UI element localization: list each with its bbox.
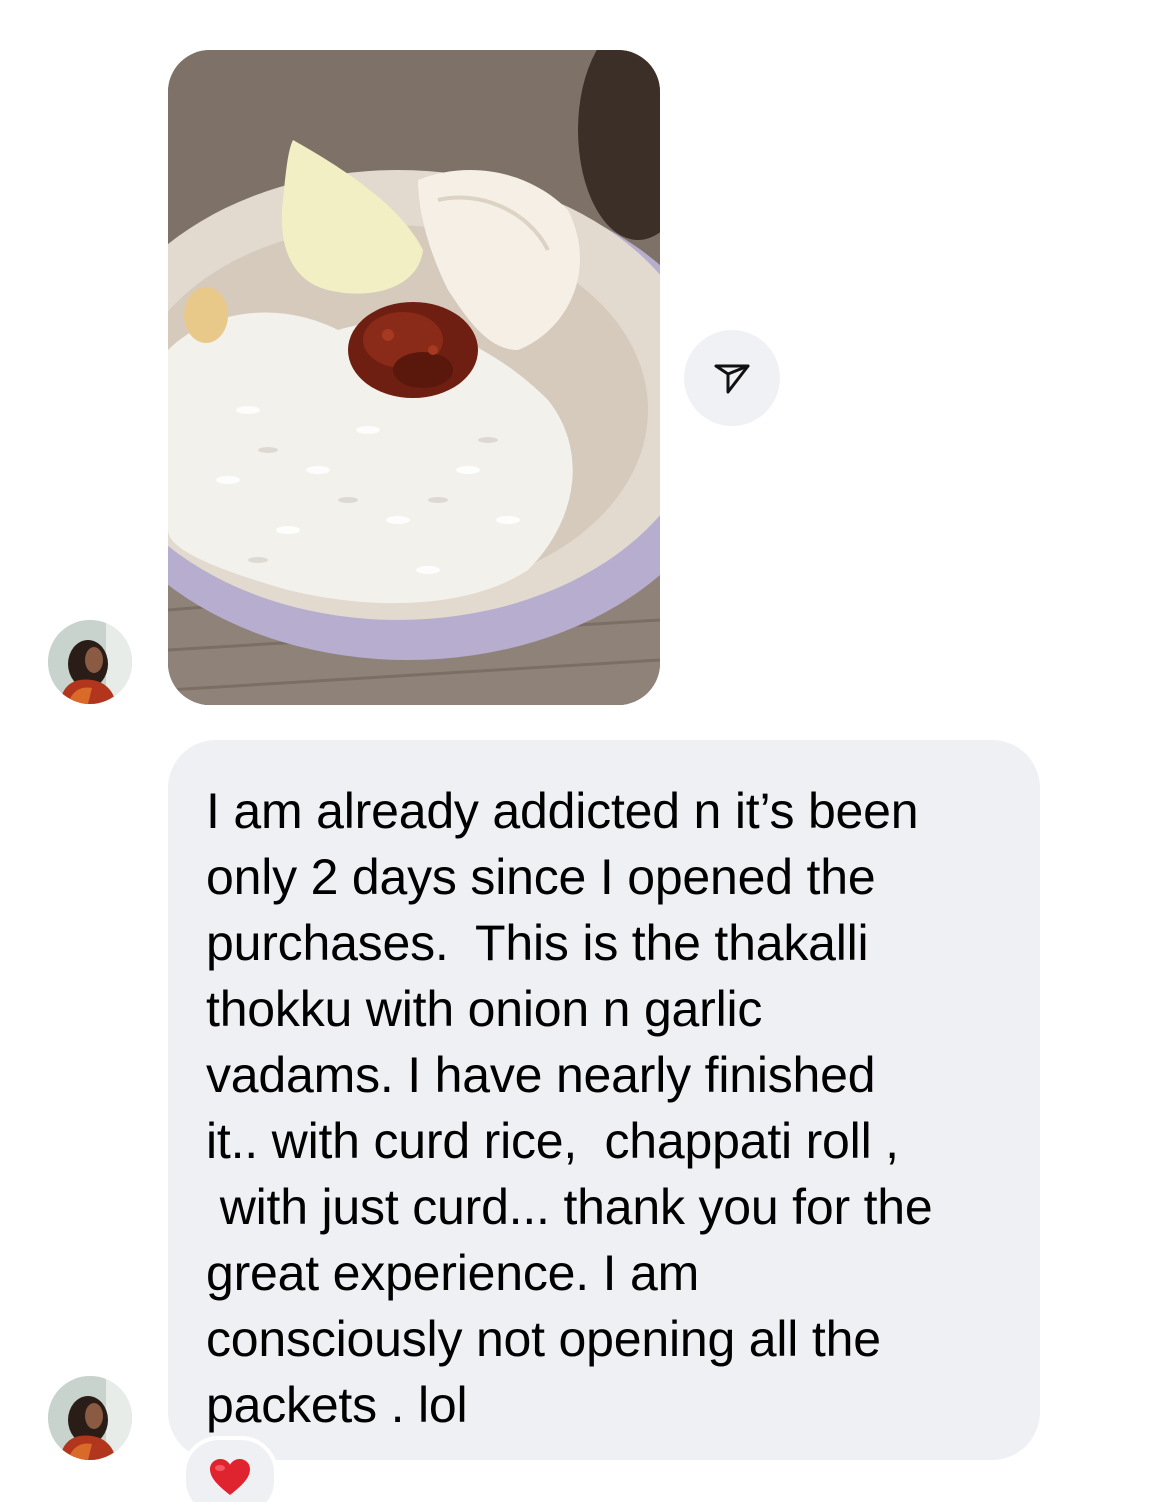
message-thread: I am already addicted n it’s been only 2… bbox=[0, 0, 1170, 1502]
paper-plane-icon bbox=[714, 364, 750, 394]
photo-message[interactable] bbox=[168, 50, 660, 705]
food-photo bbox=[168, 50, 660, 705]
sender-avatar[interactable] bbox=[48, 1376, 132, 1460]
heart-reaction[interactable] bbox=[182, 1436, 278, 1502]
red-heart-icon bbox=[210, 1459, 250, 1495]
share-button[interactable] bbox=[684, 330, 780, 426]
avatar-image bbox=[48, 620, 132, 704]
message-text: I am already addicted n it’s been only 2… bbox=[206, 783, 933, 1433]
text-message-bubble[interactable]: I am already addicted n it’s been only 2… bbox=[168, 740, 1040, 1460]
avatar-image bbox=[48, 1376, 132, 1460]
sender-avatar[interactable] bbox=[48, 620, 132, 704]
